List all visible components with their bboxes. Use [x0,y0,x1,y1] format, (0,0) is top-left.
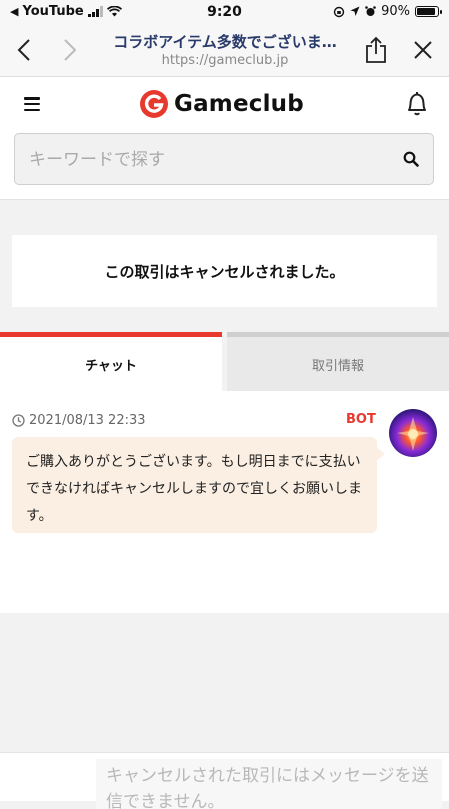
alarm-icon [365,6,376,16]
battery-level-fill [417,8,435,15]
notification-bell-icon[interactable] [405,91,429,117]
message-meta: 2021/08/13 22:33 [12,413,146,428]
location-icon [350,6,360,16]
gameclub-logo-mark [140,90,168,118]
battery-percent: 90% [381,4,410,19]
close-browser-button[interactable] [405,32,441,68]
orientation-lock-icon [333,6,345,17]
cancelled-notice: この取引はキャンセルされました。 [12,235,437,307]
share-button[interactable] [358,32,394,68]
avatar-image [389,409,437,457]
site-header: Gameclub [0,77,449,133]
tab-chat[interactable]: チャット [0,332,222,391]
browser-page-title: コラボアイテム多数でございま… [113,33,337,51]
clock-icon [12,414,25,427]
close-icon [414,41,432,59]
browser-url[interactable]: https://gameclub.jp [100,53,350,68]
search-section [0,133,449,200]
message-input[interactable] [96,759,442,809]
chevron-right-icon [64,39,77,61]
gameclub-logo[interactable]: Gameclub [140,90,304,118]
browser-back-button[interactable] [6,32,42,68]
sender-label: BOT [346,412,376,427]
browser-forward-button[interactable] [52,32,88,68]
tab-transaction-info[interactable]: 取引情報 [227,332,449,391]
chevron-left-icon [17,39,30,61]
battery-icon [415,6,442,17]
menu-icon[interactable] [24,97,40,111]
avatar[interactable] [389,409,437,457]
search-input[interactable] [27,134,391,186]
chat-panel: 2021/08/13 22:33 BOT ご購入ありがとうございます。もし明日ま… [0,391,449,613]
message-composer [0,752,449,809]
search-box [14,133,434,186]
browser-toolbar: コラボアイテム多数でございま… https://gameclub.jp [0,26,449,77]
logo-text: Gameclub [174,91,304,117]
search-icon[interactable] [403,151,419,167]
share-icon [366,36,386,63]
message-bubble: ご購入ありがとうございます。もし明日までに支払いできなければキャンセルしますので… [12,437,385,533]
transaction-tabs: チャット 取引情報 [0,332,449,391]
status-bar: ◀ YouTube 9:20 90% [0,0,449,26]
message-timestamp: 2021/08/13 22:33 [29,413,146,428]
